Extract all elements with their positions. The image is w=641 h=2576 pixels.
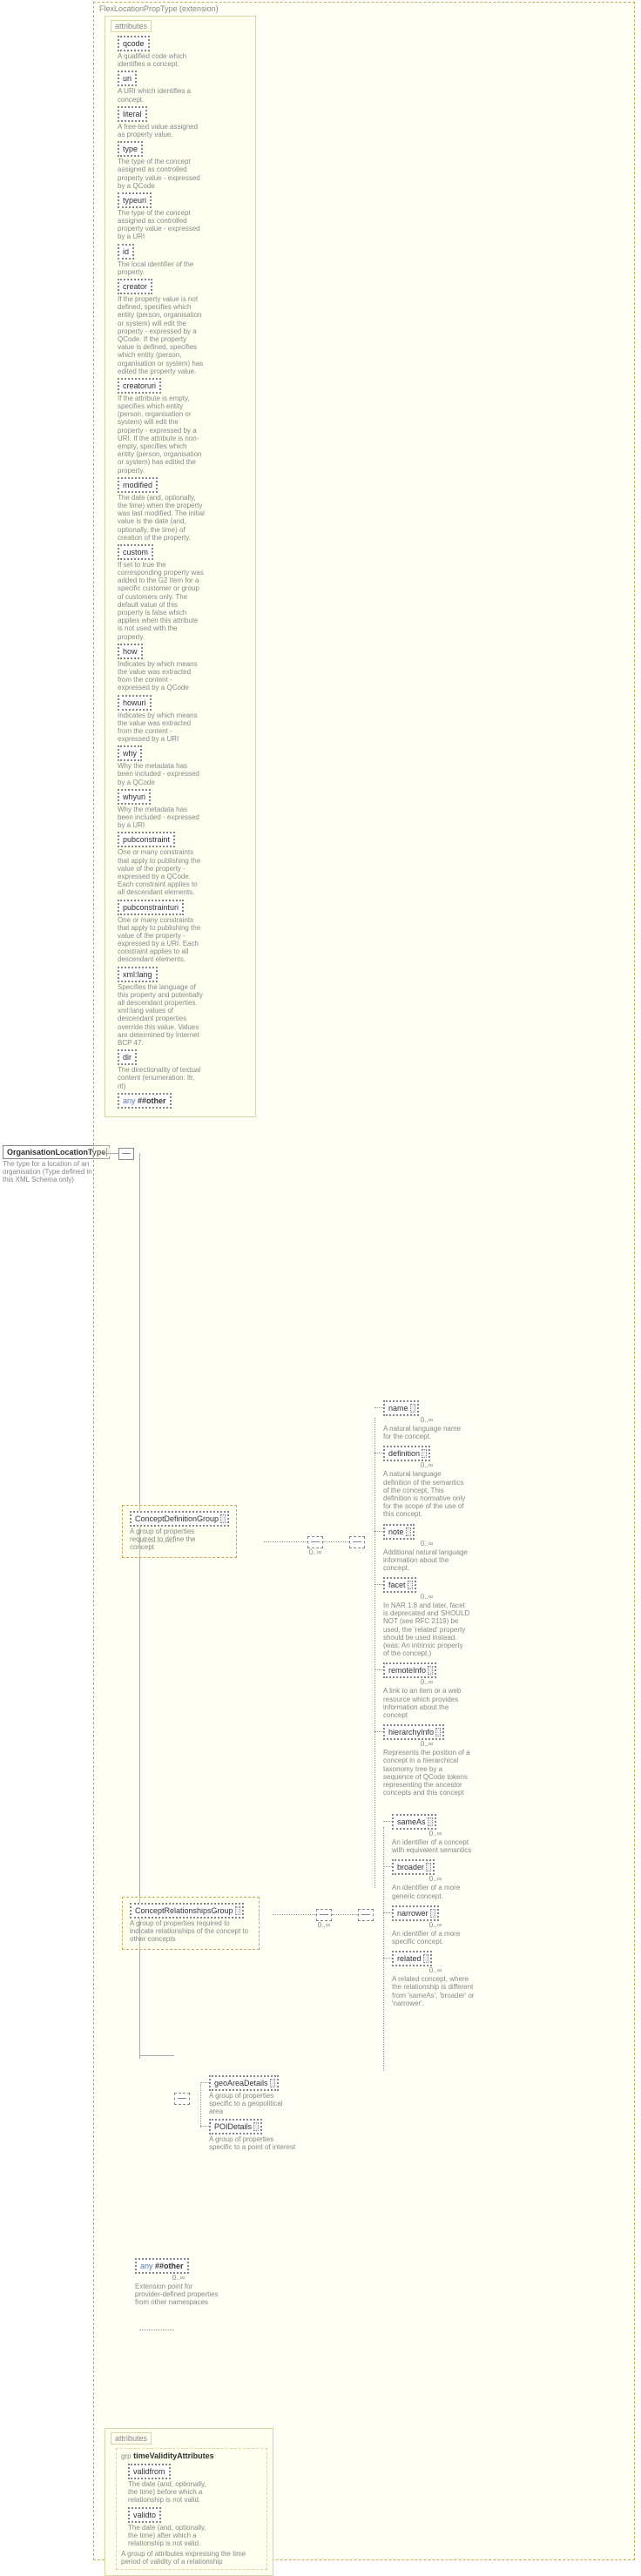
concept-definition-desc: A group of properties required to define… <box>130 1527 217 1552</box>
attr-how[interactable]: how <box>118 644 143 659</box>
any-label-2: any <box>140 2262 153 2270</box>
attr-xml-lang[interactable]: xml:lang <box>118 967 158 982</box>
attr-pubconstraint-desc: One or many constraints that apply to pu… <box>118 848 205 896</box>
tv-validto[interactable]: validto <box>128 2507 161 2523</box>
attr-howuri-desc: Indicates by which means the value was e… <box>118 711 205 744</box>
cdg-definition[interactable]: definition <box>383 1446 430 1461</box>
geo-area-details[interactable]: geoAreaDetails <box>209 2075 279 2091</box>
attr-xml-lang-desc: Specifies the language of this property … <box>118 983 205 1048</box>
attr-pubconstraint[interactable]: pubconstraint <box>118 832 175 847</box>
poi-desc: A group of properties specific to a poin… <box>209 2135 296 2151</box>
attr-howuri[interactable]: howuri <box>118 695 152 711</box>
attr-id-desc: The local identifier of the property. <box>118 260 205 276</box>
attr-whyuri-desc: Why the metadata has been included - exp… <box>118 806 205 830</box>
choice-icon <box>358 1909 374 1921</box>
any-other-ext-label: ##other <box>155 2262 184 2270</box>
concept-relationships-group[interactable]: ConceptRelationshipsGroup <box>130 1903 244 1919</box>
attr-modified[interactable]: modified <box>118 477 158 493</box>
cdg-remoteInfo[interactable]: remoteInfo <box>383 1662 436 1678</box>
attr-creatoruri-desc: If the attribute is empty, specifies whi… <box>118 394 205 475</box>
attributes-frame: attributes qcodeA qualified code which i… <box>105 16 256 1117</box>
root-type-label: OrganisationLocationType <box>7 1148 105 1157</box>
attr-dir[interactable]: dir <box>118 1049 137 1065</box>
attr-uri[interactable]: uri <box>118 71 137 86</box>
any-label: any <box>123 1096 136 1105</box>
attr-creator-desc: If the property value is not defined, sp… <box>118 295 205 375</box>
crg-narrower[interactable]: narrower <box>392 1905 439 1921</box>
cdg-note[interactable]: note <box>383 1524 415 1540</box>
sequence-icon <box>316 1909 332 1921</box>
attr-qcode[interactable]: qcode <box>118 36 150 51</box>
attr-typeuri-desc: The type of the concept assigned as cont… <box>118 209 205 241</box>
geo-desc: A group of properties specific to a geop… <box>209 2092 296 2116</box>
attr-modified-desc: The date (and, optionally, the time) whe… <box>118 494 205 542</box>
crg-broader[interactable]: broader <box>392 1859 435 1875</box>
cdg-hierarchyInfo[interactable]: hierarchyInfo <box>383 1724 444 1740</box>
sequence-icon <box>307 1536 323 1548</box>
any-other-node[interactable]: any ##other <box>118 1093 172 1109</box>
concept-relationships-desc: A group of properties required to indica… <box>130 1919 252 1944</box>
attr-qcode-desc: A qualified code which identifies a conc… <box>118 52 205 68</box>
sequence-icon <box>118 1148 134 1160</box>
extension-label: FlexLocationPropType (extension) <box>99 4 219 13</box>
root-type-desc: The type for a location of an organisati… <box>3 1160 98 1184</box>
any-other-extension[interactable]: any ##other <box>135 2258 189 2274</box>
attr-why-desc: Why the metadata has been included - exp… <box>118 762 205 786</box>
occurrence: 0..∞ <box>135 2274 222 2282</box>
attr-type[interactable]: type <box>118 141 143 157</box>
occurrence: 0..∞ <box>307 1548 323 1556</box>
occurrence: 0..∞ <box>316 1921 332 1929</box>
poi-label: POIDetails <box>214 2122 252 2131</box>
attr-creatoruri[interactable]: creatoruri <box>118 378 161 394</box>
attr-uri-desc: A URI which identifies a concept. <box>118 87 205 103</box>
time-validity-group: grp timeValidityAttributes validfromThe … <box>116 2448 267 2570</box>
attr-type-desc: The type of the concept assigned as cont… <box>118 158 205 190</box>
attr-pubconstrainturi[interactable]: pubconstrainturi <box>118 900 184 915</box>
cdg-name[interactable]: name <box>383 1400 419 1416</box>
attr-pubconstrainturi-desc: One or many constraints that apply to pu… <box>118 916 205 964</box>
tv-validfrom[interactable]: validfrom <box>128 2464 171 2479</box>
any-other-label: ##other <box>138 1096 166 1105</box>
poi-details[interactable]: POIDetails <box>209 2119 262 2134</box>
attr-why[interactable]: why <box>118 745 142 761</box>
attr-how-desc: Indicates by which means the value was e… <box>118 660 205 692</box>
attributes-header-2: attributes <box>111 2432 152 2445</box>
concept-definition-group[interactable]: ConceptDefinitionGroup <box>130 1511 229 1527</box>
attr-custom-desc: If set to true the corresponding propert… <box>118 561 205 641</box>
attr-literal-desc: A free-text value assigned as property v… <box>118 123 205 138</box>
attr-whyuri[interactable]: whyuri <box>118 789 151 805</box>
any-other-ext-desc: Extension point for provider-defined pro… <box>135 2283 222 2307</box>
attr-dir-desc: The directionality of textual content (e… <box>118 1066 205 1090</box>
sequence-icon <box>349 1536 365 1548</box>
geo-label: geoAreaDetails <box>214 2079 268 2087</box>
concept-relationships-label: ConceptRelationshipsGroup <box>135 1906 233 1915</box>
attr-literal[interactable]: literal <box>118 106 147 122</box>
group-label: grp <box>121 2452 132 2460</box>
attr-typeuri[interactable]: typeuri <box>118 192 152 208</box>
cdg-facet[interactable]: facet <box>383 1577 416 1593</box>
crg-related[interactable]: related <box>392 1951 432 1966</box>
attr-creator[interactable]: creator <box>118 279 152 294</box>
attr-id[interactable]: id <box>118 244 134 260</box>
time-validity-desc: A group of attributes expressing the tim… <box>121 2550 260 2566</box>
concept-definition-label: ConceptDefinitionGroup <box>135 1514 219 1523</box>
attr-custom[interactable]: custom <box>118 544 153 560</box>
crg-sameAs[interactable]: sameAs <box>392 1814 436 1830</box>
time-validity-frame: attributes grp timeValidityAttributes va… <box>105 2428 273 2576</box>
attributes-header: attributes <box>111 20 152 32</box>
choice-icon <box>174 2093 190 2105</box>
time-validity-group-name: timeValidityAttributes <box>133 2451 214 2460</box>
